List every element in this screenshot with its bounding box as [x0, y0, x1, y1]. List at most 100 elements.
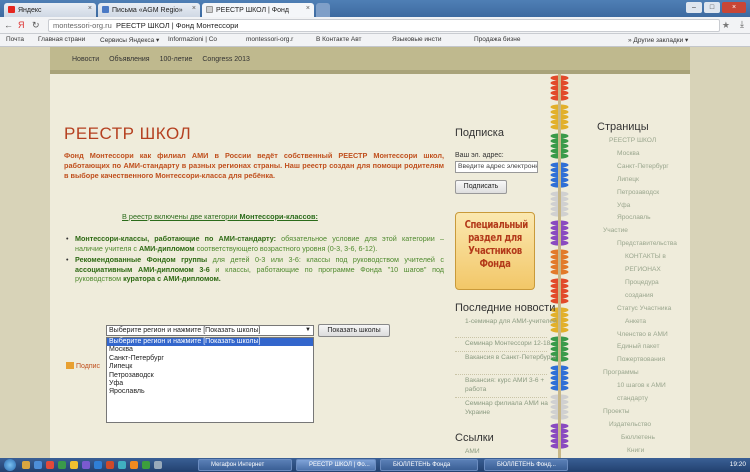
dropdown-option[interactable]: Санкт-Петербург [107, 355, 313, 363]
pages-list-item[interactable]: Программы [603, 369, 639, 377]
pages-list-item[interactable]: стандарту [617, 395, 648, 403]
word-icon[interactable] [94, 461, 102, 469]
reload-icon[interactable]: ↻ [32, 20, 40, 31]
app-icon[interactable] [58, 461, 66, 469]
banner-line: Фонда [479, 257, 511, 270]
news-item[interactable]: 1-семинар для АМИ-учителей [465, 318, 557, 327]
bullet-bold: Монтессори-классы, работающие по АМИ-ста… [75, 234, 276, 243]
news-divider [455, 397, 547, 398]
nav-item-congress[interactable]: Congress 2013 [202, 56, 249, 63]
pages-list-item[interactable]: Членство в АМИ [617, 331, 668, 339]
pages-list-item[interactable]: Санкт-Петербург [617, 163, 669, 171]
pages-list-item[interactable]: Процедура [625, 279, 659, 287]
nav-item-news[interactable]: Новости [72, 56, 99, 63]
region-select[interactable]: Выберите регион и нажмите [Показать школ… [106, 325, 314, 336]
dropdown-option[interactable]: Липецк [107, 363, 313, 371]
pages-list-item[interactable]: Пожертвования [617, 356, 665, 364]
bookmark-item[interactable]: Почта [6, 36, 24, 43]
dropdown-option[interactable]: Москва [107, 346, 313, 354]
pages-list-item[interactable]: Липецк [617, 176, 639, 184]
bookmark-item[interactable]: Главная страни [38, 36, 85, 43]
pages-list-item[interactable]: Участие [603, 227, 628, 235]
start-button[interactable] [4, 459, 16, 471]
folder-icon[interactable] [22, 461, 30, 469]
pages-list-item[interactable]: Петрозаводск [617, 189, 659, 197]
download-icon[interactable]: ⤓ [740, 19, 744, 30]
pages-list-item[interactable]: Ярославль [617, 214, 651, 222]
two-categories-link[interactable]: В реестр включены две категории Монтессо… [122, 212, 318, 221]
new-tab-button[interactable] [316, 3, 330, 17]
app-icon[interactable] [154, 461, 162, 469]
members-section-banner[interactable]: Специальный раздел для Участников Фонда [455, 212, 535, 290]
taskbar-button[interactable]: Мегафон Интернет [198, 459, 292, 471]
pages-list-item[interactable]: создания [625, 292, 653, 300]
close-tab-icon[interactable]: × [88, 5, 92, 12]
pages-list-item[interactable]: Москва [617, 150, 640, 158]
browser-tab-active[interactable]: РЕЕСТР ШКОЛ | Фонд × [202, 3, 314, 17]
other-bookmarks[interactable]: » Другие закладки ▾ [628, 36, 688, 44]
dropdown-option[interactable]: Уфа [107, 380, 313, 388]
minimize-icon[interactable]: – [686, 2, 702, 13]
app-icon[interactable] [82, 461, 90, 469]
taskbar-button[interactable]: БЮЛЛЕТЕНЬ Фонд... [484, 459, 568, 471]
bookmark-item[interactable]: Продажа бизне [474, 36, 520, 43]
subscribe-rss-link[interactable]: Подпис [66, 362, 100, 370]
maximize-icon[interactable]: □ [704, 2, 720, 13]
pages-list-item[interactable]: Бюллетень [621, 434, 655, 442]
nav-item-100-years[interactable]: 100-летие [160, 56, 193, 63]
pages-list-item[interactable]: РЕГИОНАХ [625, 266, 661, 274]
bullet-text: соответствующего возрастного уровня (0-3… [194, 243, 378, 253]
app-icon[interactable] [70, 461, 78, 469]
pages-list-item[interactable]: Издательство [609, 421, 651, 429]
bullet-bold: ассоциативным АМИ-дипломом 3-6 [75, 264, 210, 274]
taskbar-button-active[interactable]: РЕЕСТР ШКОЛ | Фо... [296, 459, 376, 471]
pages-list-item[interactable]: Единый пакет [617, 343, 660, 351]
bookmark-item[interactable]: Informazioni | Co [168, 36, 217, 43]
pages-list-item[interactable]: РЕЕСТР ШКОЛ [609, 137, 656, 145]
news-item[interactable]: Семинар Монтессори 12-18 [465, 340, 557, 349]
close-window-icon[interactable]: × [722, 2, 746, 13]
bookmark-item[interactable]: В Контакте Авт [316, 36, 362, 43]
app-icon[interactable] [142, 461, 150, 469]
pages-list-item[interactable]: Статус Участника [617, 305, 671, 313]
ie-icon[interactable] [34, 461, 42, 469]
back-icon[interactable]: ← [4, 20, 13, 30]
show-schools-button[interactable]: Показать школы [318, 324, 390, 337]
links-item[interactable]: АМИ [465, 448, 480, 455]
app-icon[interactable] [46, 461, 54, 469]
pages-list-item[interactable]: 10 шагов к АМИ [617, 382, 666, 390]
close-tab-icon[interactable]: × [192, 5, 196, 12]
news-item[interactable]: Вакансия: курс АМИ 3-6 + работа [465, 377, 557, 394]
bookmark-star-icon[interactable]: ★ [722, 20, 730, 31]
bookmark-item[interactable]: Языковые инсти [392, 36, 442, 43]
yandex-logo-icon[interactable]: Я [18, 20, 25, 30]
pages-list-item[interactable]: Книги [627, 447, 644, 455]
email-field[interactable]: Введите адрес электронн [455, 161, 538, 173]
yandex-icon [8, 6, 15, 13]
close-tab-icon[interactable]: × [306, 5, 310, 12]
nav-item-announcements[interactable]: Объявления [109, 56, 150, 63]
dropdown-option[interactable]: Петрозаводск [107, 372, 313, 380]
taskbar-button[interactable]: БЮЛЛЕТЕНЬ Фонда [380, 459, 478, 471]
browser-tab[interactable]: Письма «AGM Regio» × [98, 3, 200, 17]
skype-icon[interactable] [118, 461, 126, 469]
firefox-icon[interactable] [130, 461, 138, 469]
pages-list-item[interactable]: КОНТАКТЫ в [625, 253, 666, 261]
bookmark-item[interactable]: montessori-org.r [246, 36, 293, 43]
bullet-text: для детей 0-3 или 3-6: классы под руково… [207, 255, 444, 264]
news-item[interactable]: Семинар филиала АМИ на Украине [465, 400, 557, 417]
pages-list-item[interactable]: Представительства [617, 240, 677, 248]
bookmark-item[interactable]: Сервисы Яндекса ▾ [100, 36, 159, 44]
app-icon[interactable] [106, 461, 114, 469]
dropdown-option[interactable]: Ярославль [107, 388, 313, 396]
pages-list-item[interactable]: Проекты [603, 408, 629, 416]
banner-line: Участников [468, 244, 522, 257]
url-input[interactable]: montessori-org.ru РЕЕСТР ШКОЛ | Фонд Мон… [48, 19, 720, 32]
browser-tab[interactable]: Яндекс × [4, 3, 96, 17]
dropdown-option[interactable]: Выберите регион и нажмите [Показать школ… [107, 338, 313, 347]
pages-list-item[interactable]: Анкета [625, 318, 646, 326]
subscribe-button[interactable]: Подписать [455, 180, 507, 194]
news-item[interactable]: Вакансия в Санкт-Петербурге [465, 354, 557, 363]
pages-list-item[interactable]: Уфа [617, 202, 630, 210]
abacus-rod [558, 74, 561, 458]
